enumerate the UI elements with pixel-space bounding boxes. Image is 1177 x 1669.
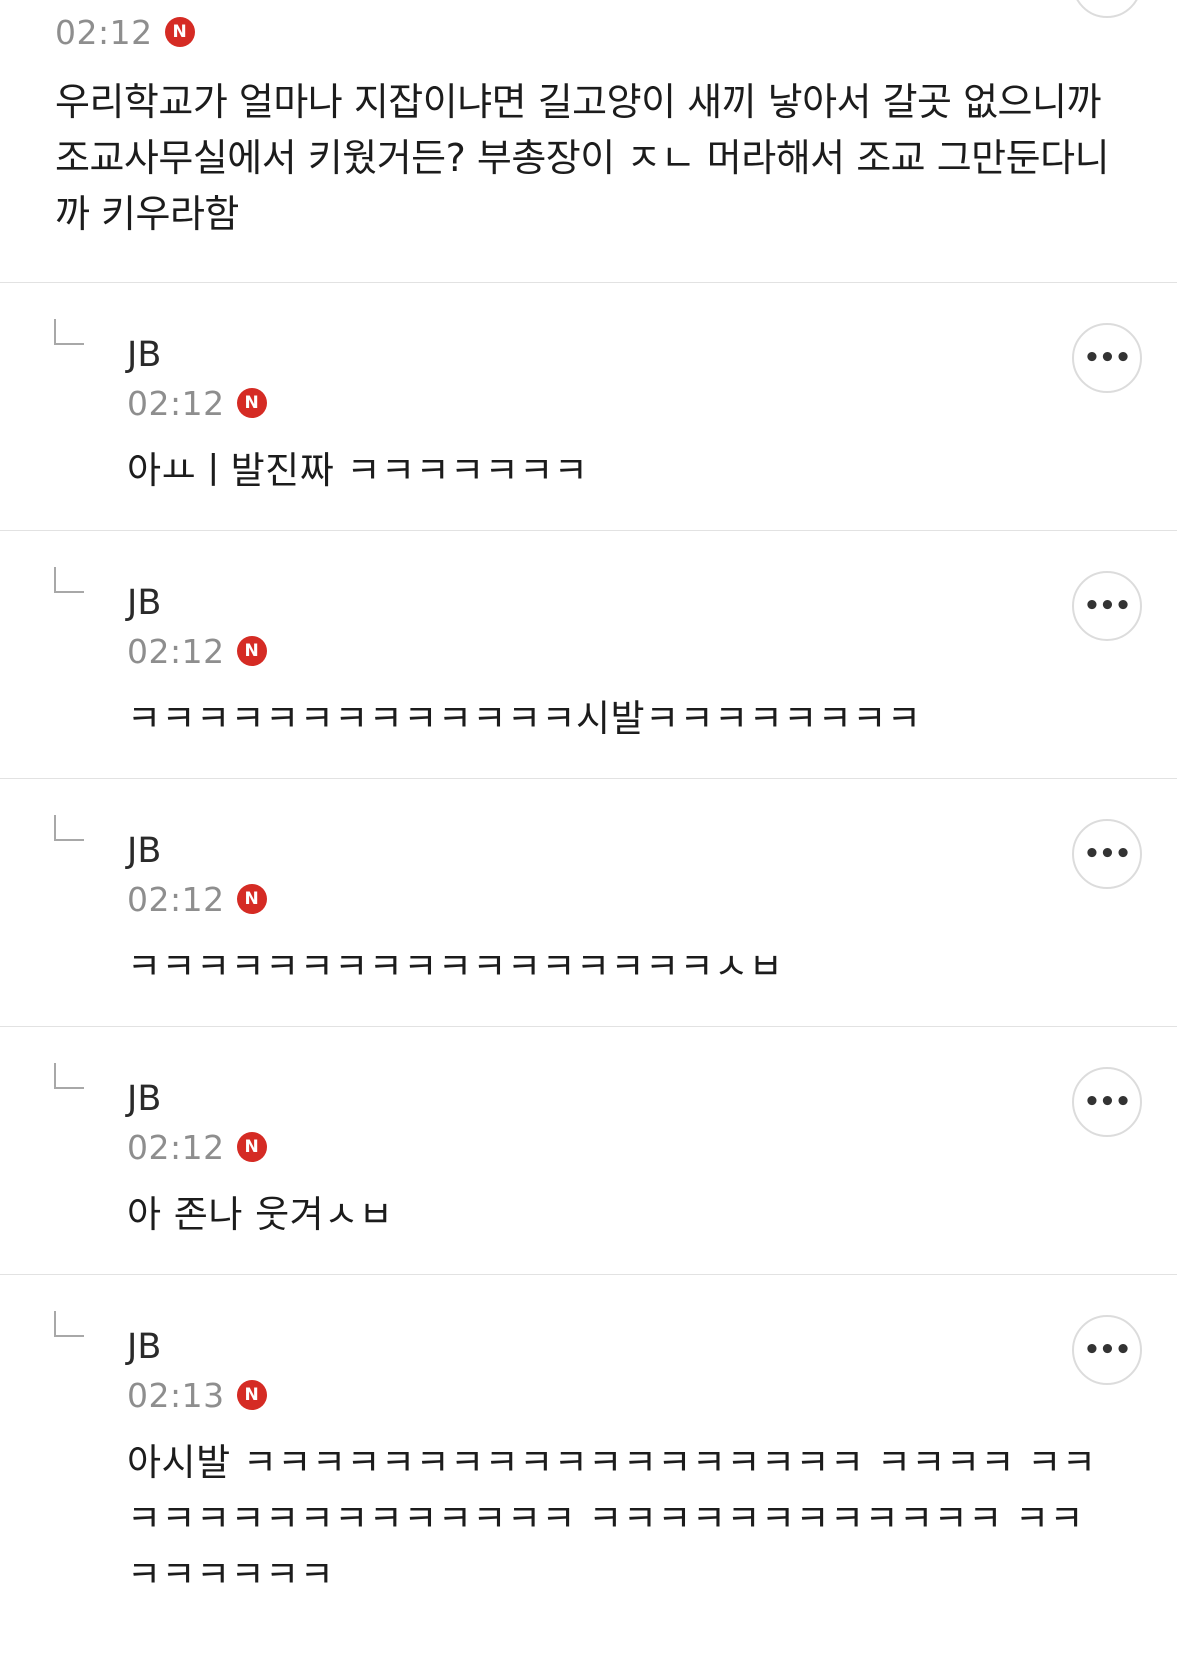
reply-time: 02:12 [127, 631, 225, 671]
reply-arrow-icon [54, 567, 84, 593]
more-options-button[interactable]: ••• [1072, 1315, 1142, 1385]
reply-arrow-icon [54, 1063, 84, 1089]
more-options-button[interactable]: ••• [1072, 323, 1142, 393]
reply-author[interactable]: JB [127, 1079, 161, 1119]
reply-author[interactable]: JB [127, 335, 161, 375]
more-dots-icon: ••• [1083, 1087, 1132, 1117]
parent-comment: 02:12 N 우리학교가 얼마나 지잡이냐면 길고양이 새끼 낳아서 갈곳 없… [0, 0, 1177, 283]
new-badge-icon: N [164, 17, 195, 47]
reply-meta: 02:12 N [127, 879, 267, 919]
new-badge-icon: N [236, 1132, 267, 1162]
reply-time: 02:12 [127, 879, 225, 919]
new-badge-icon: N [236, 636, 267, 666]
more-options-button[interactable]: ••• [1072, 571, 1142, 641]
more-options-button[interactable] [1072, 0, 1142, 18]
more-options-button[interactable]: ••• [1072, 1067, 1142, 1137]
reply-author[interactable]: JB [127, 583, 161, 623]
comment-time: 02:12 [55, 12, 153, 52]
reply-arrow-icon [54, 1311, 84, 1337]
reply-meta: 02:13 N [127, 1375, 267, 1415]
reply-meta: 02:12 N [127, 383, 267, 423]
reply-text: 아시발 ㅋㅋㅋㅋㅋㅋㅋㅋㅋㅋㅋㅋㅋㅋㅋㅋㅋㅋ ㅋㅋㅋㅋ ㅋㅋㅋㅋㅋㅋㅋㅋㅋㅋㅋㅋ… [127, 1441, 1097, 1596]
reply-author[interactable]: JB [127, 831, 161, 871]
reply-meta: 02:12 N [127, 1127, 267, 1167]
reply-item: JB 02:12 N ㅋㅋㅋㅋㅋㅋㅋㅋㅋㅋㅋㅋㅋㅋㅋㅋㅋㅅㅂ ••• [0, 779, 1177, 1027]
new-badge-icon: N [236, 388, 267, 418]
comment-text: 우리학교가 얼마나 지잡이냐면 길고양이 새끼 낳아서 갈곳 없으니까 조교사무… [55, 80, 1110, 236]
new-badge-icon: N [236, 884, 267, 914]
reply-item: JB 02:12 N 아 존나 웃겨ㅅㅂ ••• [0, 1027, 1177, 1275]
comment-meta: 02:12 N [55, 12, 195, 52]
reply-text: 아ㅛㅣ발진짜 ㅋㅋㅋㅋㅋㅋㅋ [127, 449, 589, 492]
reply-meta: 02:12 N [127, 631, 267, 671]
reply-time: 02:12 [127, 383, 225, 423]
reply-item: JB 02:12 N 아ㅛㅣ발진짜 ㅋㅋㅋㅋㅋㅋㅋ ••• [0, 283, 1177, 531]
reply-time: 02:13 [127, 1375, 225, 1415]
new-badge-icon: N [236, 1380, 267, 1410]
reply-text: 아 존나 웃겨ㅅㅂ [127, 1193, 394, 1236]
more-options-button[interactable]: ••• [1072, 819, 1142, 889]
more-dots-icon: ••• [1083, 839, 1132, 869]
reply-author[interactable]: JB [127, 1327, 161, 1367]
reply-text: ㅋㅋㅋㅋㅋㅋㅋㅋㅋㅋㅋㅋㅋ시발ㅋㅋㅋㅋㅋㅋㅋㅋ [127, 697, 922, 740]
reply-time: 02:12 [127, 1127, 225, 1167]
reply-item: JB 02:13 N 아시발 ㅋㅋㅋㅋㅋㅋㅋㅋㅋㅋㅋㅋㅋㅋㅋㅋㅋㅋ ㅋㅋㅋㅋ ㅋ… [0, 1275, 1177, 1669]
reply-arrow-icon [54, 815, 84, 841]
more-dots-icon: ••• [1083, 1335, 1132, 1365]
reply-text: ㅋㅋㅋㅋㅋㅋㅋㅋㅋㅋㅋㅋㅋㅋㅋㅋㅋㅅㅂ [127, 945, 784, 988]
reply-arrow-icon [54, 319, 84, 345]
more-dots-icon: ••• [1083, 343, 1132, 373]
reply-item: JB 02:12 N ㅋㅋㅋㅋㅋㅋㅋㅋㅋㅋㅋㅋㅋ시발ㅋㅋㅋㅋㅋㅋㅋㅋ ••• [0, 531, 1177, 779]
more-dots-icon: ••• [1083, 591, 1132, 621]
